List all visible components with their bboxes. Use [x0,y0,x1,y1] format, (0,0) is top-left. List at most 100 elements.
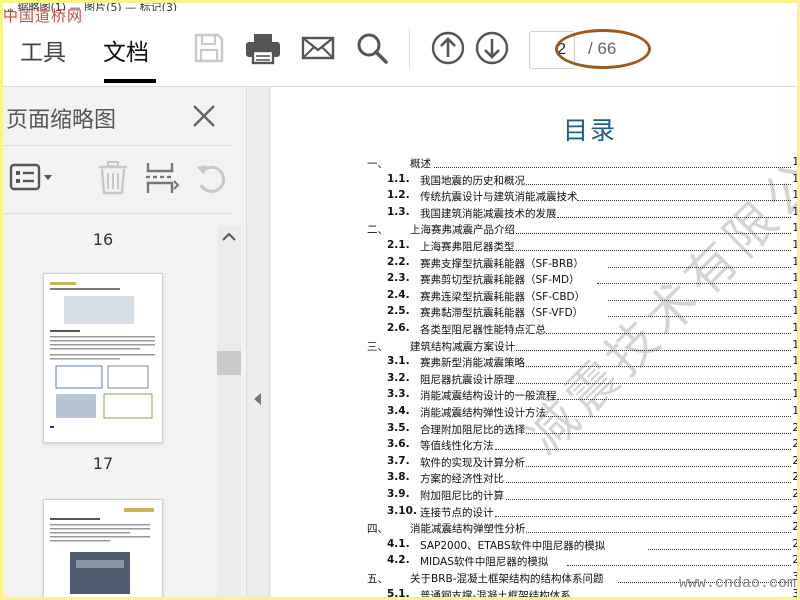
extract-pages-icon[interactable] [144,161,180,195]
toc-page-number: 2 [792,438,797,451]
print-icon[interactable] [244,31,282,65]
page-thumbnail-17[interactable] [43,499,163,597]
previous-page-icon[interactable] [431,31,465,65]
chevron-up-icon[interactable] [221,229,237,243]
toc-entry[interactable]: 4.1. SAP2000、ETABS软件中阻尼器的模拟 2 [271,538,797,555]
site-logo: 中国道桥网 [3,7,84,25]
toc-entry-text: 普通钢支撑-混凝土框架结构体系 [420,589,571,597]
app-window: … 缩略图(1) — 图片(5) — 标记(3) 中国道桥网 工具 文档 2 /… [3,3,797,597]
thumbnail-options-icon[interactable] [9,161,55,195]
toc-leader-dots [566,565,791,567]
toc-leader-dots [516,349,791,351]
collapse-sidebar-handle[interactable] [247,87,267,597]
toc-entry[interactable]: 3.7. 软件的实现及计算分析 2 [271,455,797,472]
collapse-arrow-icon [254,393,261,405]
toc-entry[interactable]: 2.1. 上海赛弗阻尼器类型 1 [271,239,797,256]
toc-leader-dots [556,216,791,218]
toc-title: 目录 [563,116,618,145]
toc-entry[interactable]: 4.2. MIDAS软件中阻尼器的模拟 2 [271,554,797,571]
toc-page-number: 1 [792,305,797,318]
toc-page-number: 1 [792,338,797,351]
toc-page-number: 1 [792,355,797,368]
toc-entry-text: 软件的实现及计算分析 [420,456,525,469]
tab-tools[interactable]: 工具 [20,33,66,67]
toc-entry[interactable]: 2.4. 赛弗连梁型抗震耗能器（SF-CBD） 1 [271,289,797,306]
delete-icon[interactable] [95,161,131,195]
toc-page-number: 1 [792,189,797,202]
toc-entry-number: 二、 [367,224,388,237]
toc-entry[interactable]: 2.5. 赛弗黏滞型抗震耗能器（SF-VFD） 1 [271,305,797,322]
toc-entry-number: 2.6. [387,322,410,334]
toc-entry-text: 传统抗震设计与建筑消能减震技术 [420,191,578,204]
toc-entry[interactable]: 3.5. 合理附加阻尼比的选择 2 [271,422,797,439]
toc-entry[interactable]: 2.3. 赛弗剪切型抗震耗能器（SF-MD） 1 [271,272,797,289]
toc-entry[interactable]: 3.2. 阻尼器抗震设计原理 1 [271,372,797,389]
toc-leader-dots [607,316,791,318]
toc-leader-dots [526,432,791,434]
sidebar-scrollbar[interactable] [217,225,241,597]
toc-entry[interactable]: 1.2. 传统抗震设计与建筑消能减震技术 1 [271,189,797,206]
toc-entry[interactable]: 3.3. 消能减震结构设计的一般流程 1 [271,388,797,405]
next-page-icon[interactable] [475,31,509,65]
toc-page-number: 1 [792,222,797,235]
toc-leader-dots [597,283,791,285]
toc-leader-dots [516,233,791,235]
toc-page-number: 2 [792,488,797,500]
toc-entry[interactable]: 3.6. 等值线性化方法 2 [271,438,797,455]
toc-entry-number: 5.1. [387,587,410,597]
toc-entry[interactable]: 四、 消能减震结构弹塑性分析 2 [271,521,797,538]
toc-leader-dots [495,449,791,451]
toc-entry[interactable]: 2.2. 赛弗支撑型抗震耗能器（SF-BRB） 1 [271,256,797,273]
undo-icon[interactable] [193,161,229,195]
site-watermark: www.cndao.com [679,575,797,592]
toc-entry[interactable]: 3.9. 附加阻尼比的计算 2 [271,488,797,505]
document-view[interactable]: 目录 减震技术有限公 一、 概述 1 1.1. 我国地震的历史和概况 1 1.2. 传统抗震设… [267,87,797,597]
toc-entry-number: 3.8. [387,471,410,484]
toc-entry-number: 五、 [367,573,388,585]
page-thumbnail-16[interactable] [43,273,163,443]
toc-entry[interactable]: 2.6. 各类型阻尼器性能特点汇总 1 [271,322,797,339]
toc-page-number: 2 [792,471,797,484]
toc-entry-text: 赛弗新型消能减震策略 [420,357,525,370]
toc-entry[interactable]: 三、 建筑结构减震方案设计 1 [271,339,797,356]
toolbar: … 缩略图(1) — 图片(5) — 标记(3) 中国道桥网 工具 文档 2 /… [3,3,797,87]
toc-entry[interactable]: 3.10. 连接节点的设计 2 [271,505,797,522]
toc-entry-number: 3.1. [387,355,410,368]
toc-entry[interactable]: 3.4. 消能减震结构弹性设计方法 1 [271,405,797,422]
toc-page-number: 1 [792,172,797,185]
search-icon[interactable] [355,31,389,65]
toc-page-number: 1 [792,322,797,334]
toc-page-number: 2 [792,537,797,550]
toc-leader-dots [515,382,791,384]
toc-entry[interactable]: 1.3. 我国建筑消能减震技术的发展 1 [271,206,797,223]
toc-entry-text: 阻尼器抗震设计原理 [420,373,515,386]
toc-leader-dots [607,299,791,301]
toc-entry-text: 赛弗剪切型抗震耗能器（SF-MD） [420,274,580,287]
toc-entry-number: 3.4. [387,405,410,417]
highlight-ellipse-annotation [555,29,651,69]
toc-leader-dots [546,416,791,417]
toc-entry-text: 附加阻尼比的计算 [420,490,504,502]
toc-entry[interactable]: 3.1. 赛弗新型消能减震策略 1 [271,355,797,372]
toc-leader-dots [648,548,791,550]
toc-entry-text: 赛弗支撑型抗震耗能器（SF-BRB） [420,257,584,270]
toc-page-number: 2 [792,454,797,467]
email-icon[interactable] [301,31,335,65]
toc-entry-text: 方案的经济性对比 [420,473,504,486]
close-icon[interactable] [189,101,219,131]
toc-entry-number: 3.9. [387,488,410,500]
toc-entry[interactable]: 二、 上海赛弗减震产品介绍 1 [271,222,797,239]
toc-entry-text: 连接节点的设计 [420,506,494,519]
toc-leader-dots [526,532,791,534]
toc-entry[interactable]: 3.8. 方案的经济性对比 2 [271,471,797,488]
scrollbar-thumb[interactable] [217,351,241,375]
toc-leader-dots [577,200,791,202]
save-icon[interactable] [192,31,226,65]
tab-document[interactable]: 文档 [103,33,149,67]
toc-page-number: 2 [792,421,797,434]
toc-entry-number: 3.10. [387,504,417,517]
toc-entry[interactable]: 1.1. 我国地震的历史和概况 1 [271,173,797,190]
toolbar-separator [409,29,410,69]
toc-entry-number: 2.3. [387,272,410,285]
toc-entry[interactable]: 一、 概述 1 [271,156,797,173]
